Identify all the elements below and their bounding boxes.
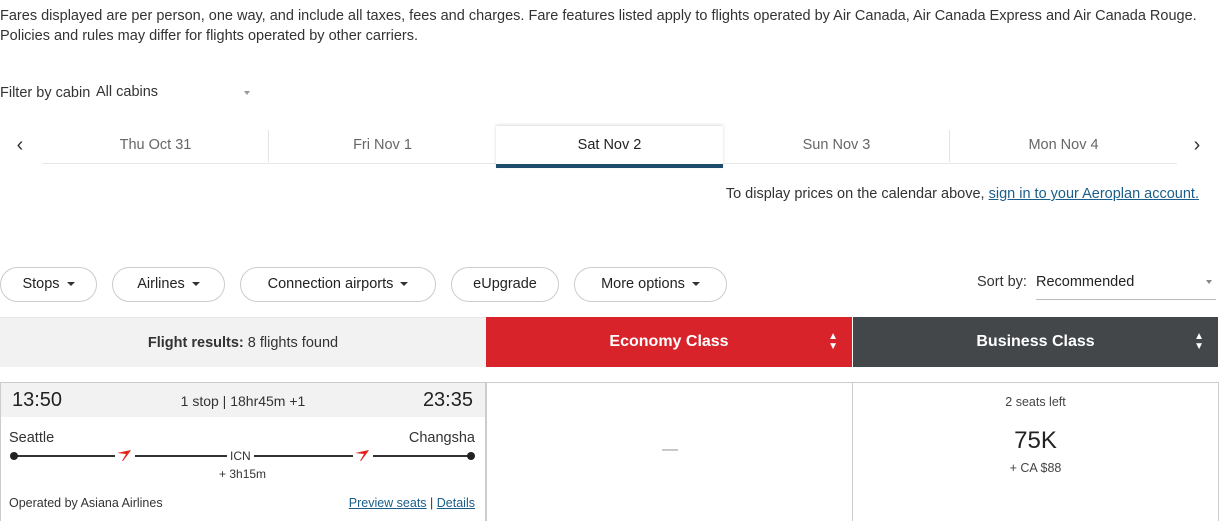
prev-dates-arrow-icon[interactable]: ‹	[10, 134, 30, 157]
economy-class-label: Economy Class	[609, 333, 729, 350]
results-label: Flight results:	[147, 335, 244, 351]
link-divider: |	[430, 496, 437, 510]
eupgrade-filter-label: eUpgrade	[473, 276, 537, 292]
economy-fare-unavailable: —	[662, 441, 678, 458]
signin-prompt-text: To display prices on the calendar above,	[725, 186, 985, 202]
date-tabs: Thu Oct 31 Fri Nov 1 Sat Nov 2 Sun Nov 3…	[42, 126, 1177, 168]
sort-value: Recommended	[1036, 274, 1135, 290]
date-tab[interactable]: Mon Nov 4	[950, 126, 1177, 164]
signin-prompt: To display prices on the calendar above,…	[726, 186, 1199, 202]
business-class-column-header[interactable]: Business Class ▲ ▼	[853, 317, 1218, 367]
flight-summary: 1 stop | 18hr45m +1	[180, 393, 306, 409]
results-count: 8 flights found	[247, 335, 339, 351]
destination-city: Changsha	[408, 430, 475, 446]
next-dates-arrow-icon[interactable]: ›	[1187, 134, 1207, 157]
connection-airports-filter-label: Connection airports	[267, 276, 394, 292]
layover-airport: ICN	[227, 449, 254, 463]
date-tab-selected[interactable]: Sat Nov 2	[496, 126, 723, 168]
cabin-filter-label: Filter by cabin	[0, 85, 91, 101]
connection-airports-filter-button[interactable]: Connection airports	[240, 267, 436, 302]
economy-fare-cell: —	[486, 382, 853, 521]
aeroplan-signin-link[interactable]: sign in to your Aeroplan account.	[989, 186, 1199, 202]
preview-seats-link[interactable]: Preview seats	[349, 496, 427, 510]
arrival-time: 23:35	[422, 389, 473, 411]
layover-duration: + 3h15m	[219, 467, 267, 481]
sort-label: Sort by:	[977, 274, 1027, 290]
date-tab[interactable]: Fri Nov 1	[269, 126, 496, 164]
operated-by: Operated by Asiana Airlines	[9, 496, 163, 510]
caret-down-icon	[400, 282, 409, 287]
flight-results-header: Flight results: 8 flights found	[0, 317, 486, 367]
business-fare-cell[interactable]: 2 seats left 75K + CA $88	[852, 382, 1219, 521]
more-options-button[interactable]: More options	[574, 267, 727, 302]
caret-down-icon	[691, 282, 700, 287]
sort-arrows-icon: ▲ ▼	[1194, 331, 1204, 352]
asiana-airline-logo-icon	[115, 447, 135, 463]
chevron-down-icon	[244, 91, 250, 95]
caret-down-icon	[191, 282, 200, 287]
caret-down-icon	[66, 282, 75, 287]
date-tab[interactable]: Thu Oct 31	[42, 126, 269, 164]
cabin-filter-select[interactable]: All cabins	[96, 84, 256, 104]
asiana-airline-logo-icon	[353, 447, 373, 463]
sort-arrows-icon: ▲ ▼	[828, 331, 838, 352]
airlines-filter-button[interactable]: Airlines	[112, 267, 225, 302]
business-fare-taxes: + CA $88	[1009, 461, 1062, 475]
date-tab[interactable]: Sun Nov 3	[723, 126, 950, 164]
origin-dot-icon	[10, 452, 18, 460]
cabin-filter-value: All cabins	[96, 84, 159, 100]
details-link[interactable]: Details	[437, 496, 475, 510]
economy-class-column-header[interactable]: Economy Class ▲ ▼	[486, 317, 852, 367]
more-options-label: More options	[601, 276, 685, 292]
stops-filter-button[interactable]: Stops	[0, 267, 97, 302]
destination-dot-icon	[467, 452, 475, 460]
flight-card: 13:50 1 stop | 18hr45m +1 23:35 Seattle …	[0, 382, 486, 521]
airlines-filter-label: Airlines	[137, 276, 185, 292]
sort-select[interactable]: Recommended	[1036, 266, 1216, 300]
flight-links: Preview seats | Details	[349, 496, 475, 510]
business-class-label: Business Class	[976, 333, 1095, 350]
eupgrade-filter-button[interactable]: eUpgrade	[451, 267, 559, 302]
business-fare-points: 75K	[1014, 427, 1057, 454]
seats-left: 2 seats left	[1005, 395, 1066, 409]
chevron-down-icon	[1206, 280, 1212, 284]
origin-city: Seattle	[9, 430, 55, 446]
stops-filter-label: Stops	[22, 276, 60, 292]
fare-disclaimer: Fares displayed are per person, one way,…	[0, 8, 1197, 44]
